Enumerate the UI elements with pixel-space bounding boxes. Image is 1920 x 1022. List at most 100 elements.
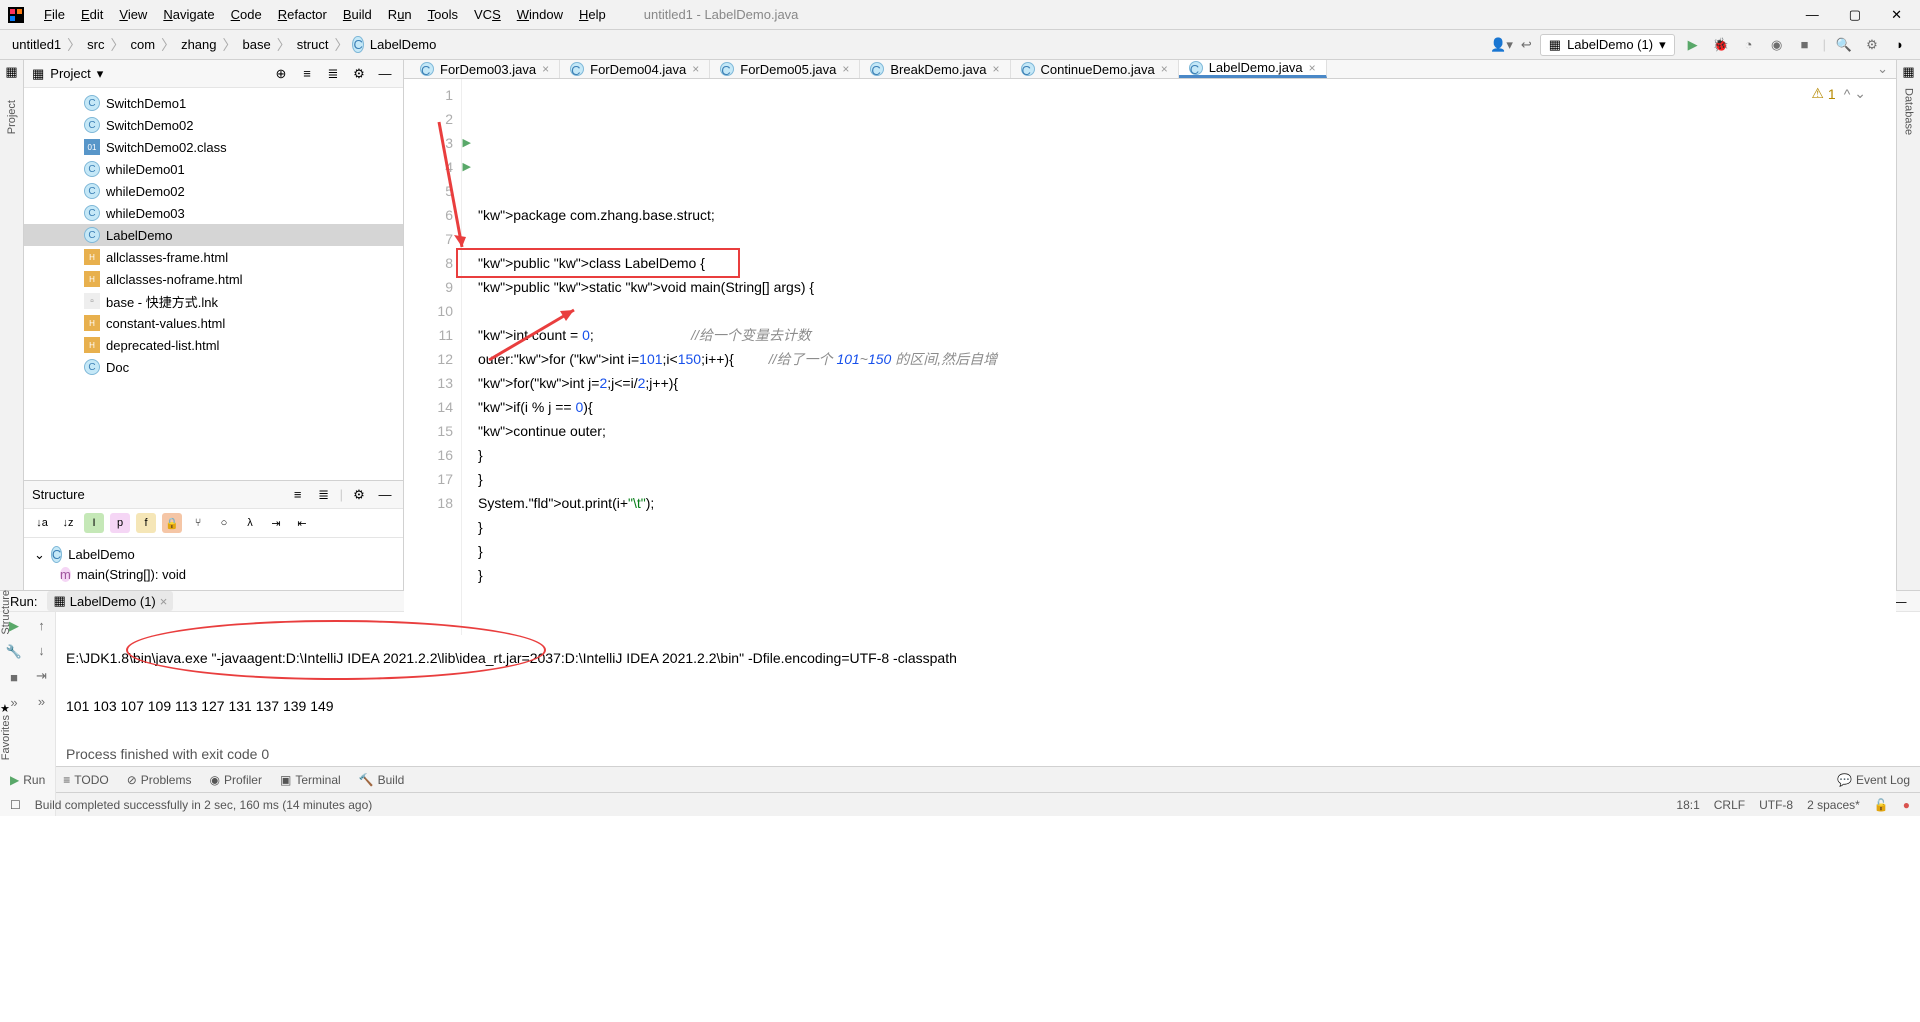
maximize-button[interactable]: ▢ <box>1849 7 1861 23</box>
menu-file[interactable]: File <box>36 7 73 22</box>
user-icon[interactable]: 👤▾ <box>1490 37 1513 53</box>
structure-stripe[interactable]: Structure <box>0 590 24 638</box>
crumb-struct[interactable]: struct <box>295 37 331 52</box>
tree-item[interactable]: CSwitchDemo1 <box>24 92 403 114</box>
tree-item[interactable]: CwhileDemo02 <box>24 180 403 202</box>
inspection-badge[interactable]: ⚠1 ^⌄ <box>1811 85 1866 102</box>
minimize-button[interactable]: — <box>1806 7 1819 23</box>
ide-features-icon[interactable]: ◗ <box>1890 35 1910 55</box>
wrap-icon[interactable]: ⇥ <box>36 668 47 684</box>
run-tab[interactable]: ▦ LabelDemo (1) × <box>47 591 173 611</box>
debug-button[interactable]: 🐞 <box>1711 35 1731 55</box>
database-stripe-label[interactable]: Database <box>1903 88 1915 135</box>
project-tree[interactable]: CSwitchDemo1CSwitchDemo0201SwitchDemo02.… <box>24 88 403 480</box>
crumb-project[interactable]: untitled1 <box>10 37 63 52</box>
close-icon[interactable]: × <box>692 62 699 76</box>
tree-item[interactable]: Hallclasses-frame.html <box>24 246 403 268</box>
tree-item[interactable]: ▫base - 快捷方式.lnk <box>24 290 403 312</box>
show-lambda-icon[interactable]: λ <box>240 513 260 533</box>
editor-tab[interactable]: CBreakDemo.java× <box>860 60 1010 78</box>
hide-icon[interactable]: — <box>375 64 395 84</box>
settings-icon[interactable]: ⚙ <box>349 64 369 84</box>
crumb-com[interactable]: com <box>129 37 158 52</box>
wrench-icon[interactable]: 🔧 <box>6 644 22 660</box>
editor-tab[interactable]: CLabelDemo.java× <box>1179 60 1327 78</box>
close-icon[interactable]: × <box>992 62 999 76</box>
close-icon[interactable]: × <box>1309 61 1316 75</box>
code-area[interactable]: "kw">package com.zhang.base.struct; "kw"… <box>462 79 1896 635</box>
menu-view[interactable]: View <box>111 7 155 22</box>
crumb-src[interactable]: src <box>85 37 106 52</box>
locate-icon[interactable]: ⊕ <box>271 64 291 84</box>
sort-alpha-icon[interactable]: ↓a <box>32 513 52 533</box>
structure-method-node[interactable]: m main(String[]): void <box>34 565 393 584</box>
project-stripe-label[interactable]: Project <box>6 100 18 134</box>
editor-tab[interactable]: CContinueDemo.java× <box>1011 60 1179 78</box>
autoscroll2-icon[interactable]: ⇤ <box>292 513 312 533</box>
menu-build[interactable]: Build <box>335 7 380 22</box>
run-button[interactable]: ▶ <box>1683 35 1703 55</box>
tabs-dropdown[interactable]: ⌄ <box>1869 60 1896 78</box>
more-icon[interactable]: » <box>38 694 45 709</box>
coverage-button[interactable]: ◔ <box>1739 35 1759 55</box>
down-arrow-icon[interactable]: ↓ <box>38 643 45 658</box>
favorites-stripe[interactable]: ★ Favorites <box>0 700 24 763</box>
tree-item[interactable]: CwhileDemo01 <box>24 158 403 180</box>
stop-icon[interactable]: ■ <box>10 670 18 685</box>
close-button[interactable]: ✕ <box>1891 7 1902 23</box>
up-arrow-icon[interactable]: ↑ <box>38 618 45 633</box>
tree-item[interactable]: 01SwitchDemo02.class <box>24 136 403 158</box>
status-icon[interactable]: ☐ <box>10 798 21 812</box>
menu-tools[interactable]: Tools <box>420 7 466 22</box>
menu-window[interactable]: Window <box>509 7 571 22</box>
collapse-icon[interactable]: ≣ <box>323 64 343 84</box>
show-inherited-icon[interactable]: ⑂ <box>188 513 208 533</box>
menu-vcs[interactable]: VCS <box>466 7 509 22</box>
crumb-zhang[interactable]: zhang <box>179 37 218 52</box>
hide-icon[interactable]: — <box>375 485 395 505</box>
tree-item[interactable]: CSwitchDemo02 <box>24 114 403 136</box>
profile-button[interactable]: ◉ <box>1767 35 1787 55</box>
menu-help[interactable]: Help <box>571 7 614 22</box>
console-output[interactable]: E:\JDK1.8\bin\java.exe "-javaagent:D:\In… <box>56 612 1920 816</box>
stop-button[interactable]: ■ <box>1795 35 1815 55</box>
show-fields-icon[interactable]: f <box>136 513 156 533</box>
expand-icon[interactable]: ≡ <box>297 64 317 84</box>
show-anon-icon[interactable]: ○ <box>214 513 234 533</box>
menu-refactor[interactable]: Refactor <box>270 7 335 22</box>
tree-item[interactable]: Hdeprecated-list.html <box>24 334 403 356</box>
show-lock-icon[interactable]: 🔒 <box>162 513 182 533</box>
run-tab-button[interactable]: ▶Run <box>10 773 45 787</box>
run-config-select[interactable]: ▦ LabelDemo (1) ▾ <box>1540 34 1675 56</box>
menu-edit[interactable]: Edit <box>73 7 111 22</box>
editor-body[interactable]: 123▶4▶56789101112131415161718 "kw">packa… <box>404 79 1896 635</box>
menu-code[interactable]: Code <box>223 7 270 22</box>
crumb-base[interactable]: base <box>240 37 272 52</box>
back-arrow-icon[interactable]: ↩ <box>1521 37 1532 53</box>
editor-tab[interactable]: CForDemo03.java× <box>410 60 560 78</box>
tree-item[interactable]: CLabelDemo <box>24 224 403 246</box>
tree-item[interactable]: Hallclasses-noframe.html <box>24 268 403 290</box>
tree-item[interactable]: CwhileDemo03 <box>24 202 403 224</box>
menu-run[interactable]: Run <box>380 7 420 22</box>
editor-tab[interactable]: CForDemo04.java× <box>560 60 710 78</box>
close-icon[interactable]: × <box>160 594 168 609</box>
crumb-class[interactable]: LabelDemo <box>368 37 439 52</box>
search-button[interactable]: 🔍 <box>1834 35 1854 55</box>
close-icon[interactable]: × <box>842 62 849 76</box>
chevron-down-icon[interactable]: ▾ <box>97 66 104 82</box>
database-stripe-icon[interactable]: ▦ <box>1902 64 1914 80</box>
project-stripe-icon[interactable]: ▦ <box>5 64 17 80</box>
show-properties-icon[interactable]: p <box>110 513 130 533</box>
collapse-icon[interactable]: ≣ <box>314 485 334 505</box>
close-icon[interactable]: × <box>1161 62 1168 76</box>
tree-item[interactable]: CDoc <box>24 356 403 378</box>
sort-visibility-icon[interactable]: ↓z <box>58 513 78 533</box>
menu-navigate[interactable]: Navigate <box>155 7 222 22</box>
expand-icon[interactable]: ≡ <box>288 485 308 505</box>
tree-item[interactable]: Hconstant-values.html <box>24 312 403 334</box>
close-icon[interactable]: × <box>542 62 549 76</box>
show-interfaces-icon[interactable]: I <box>84 513 104 533</box>
editor-tab[interactable]: CForDemo05.java× <box>710 60 860 78</box>
settings-icon[interactable]: ⚙ <box>349 485 369 505</box>
